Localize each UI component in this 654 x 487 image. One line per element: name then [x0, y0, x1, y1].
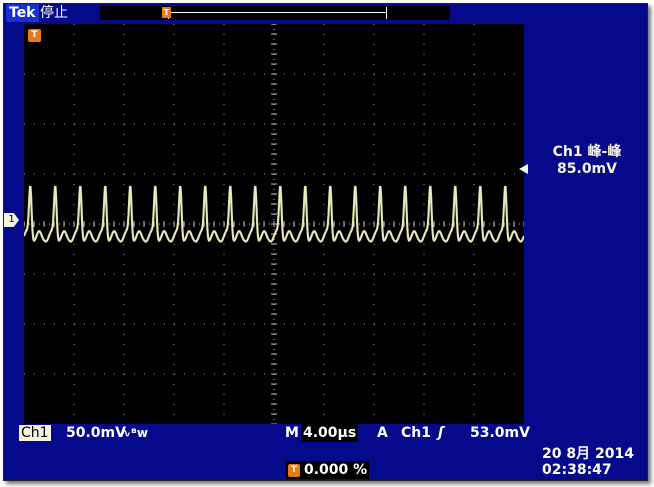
channel-label[interactable]: Ch1	[19, 425, 51, 441]
trigger-position-readout: T 0.000 %	[286, 461, 370, 479]
oscilloscope-display: Tek 停止 T T 1 Ch1 峰-峰 85.0mV Ch1 50.0mV ∿…	[3, 3, 648, 481]
volts-per-div: 50.0mV	[66, 425, 126, 441]
coupling-symbol: ∿ᴮw	[121, 426, 148, 440]
waveform-screen[interactable]	[24, 24, 524, 424]
graticule-and-trace	[24, 24, 524, 424]
record-trigger-icon: T	[162, 7, 171, 18]
measurement-value: 85.0mV	[557, 161, 617, 177]
record-window-right-bracket	[386, 7, 387, 19]
trigger-source: Ch1	[401, 425, 431, 441]
brand-label: Tek	[6, 4, 39, 22]
date-label: 20 8月 2014	[542, 446, 634, 462]
trigger-level: 53.0mV	[470, 425, 530, 441]
trigger-mode: A	[377, 425, 388, 441]
trigger-position-value: 0.000 %	[304, 462, 368, 478]
record-view-bar[interactable]: T	[100, 6, 450, 20]
measurement-title: Ch1 峰-峰	[552, 144, 622, 160]
run-state-label: 停止	[40, 5, 68, 21]
ch1-ground-marker: 1	[4, 213, 19, 227]
trigger-position-small-icon: T	[288, 463, 300, 477]
record-window-line	[168, 12, 386, 13]
horizontal-label: M	[285, 425, 299, 441]
trigger-slope-icon: ʃ	[438, 425, 444, 441]
datetime: 20 8月 2014 02:38:47	[542, 446, 634, 478]
bottom-readout-bar: Ch1 50.0mV ∿ᴮw M 4.00µs A Ch1 ʃ 53.0mV T…	[4, 424, 647, 480]
status-bar: Tek 停止 T	[4, 4, 644, 24]
time-label: 02:38:47	[542, 462, 612, 478]
trigger-position-icon: T	[28, 29, 41, 42]
time-per-div: 4.00µs	[301, 424, 359, 442]
measurement-panel: Ch1 峰-峰 85.0mV	[531, 144, 643, 178]
